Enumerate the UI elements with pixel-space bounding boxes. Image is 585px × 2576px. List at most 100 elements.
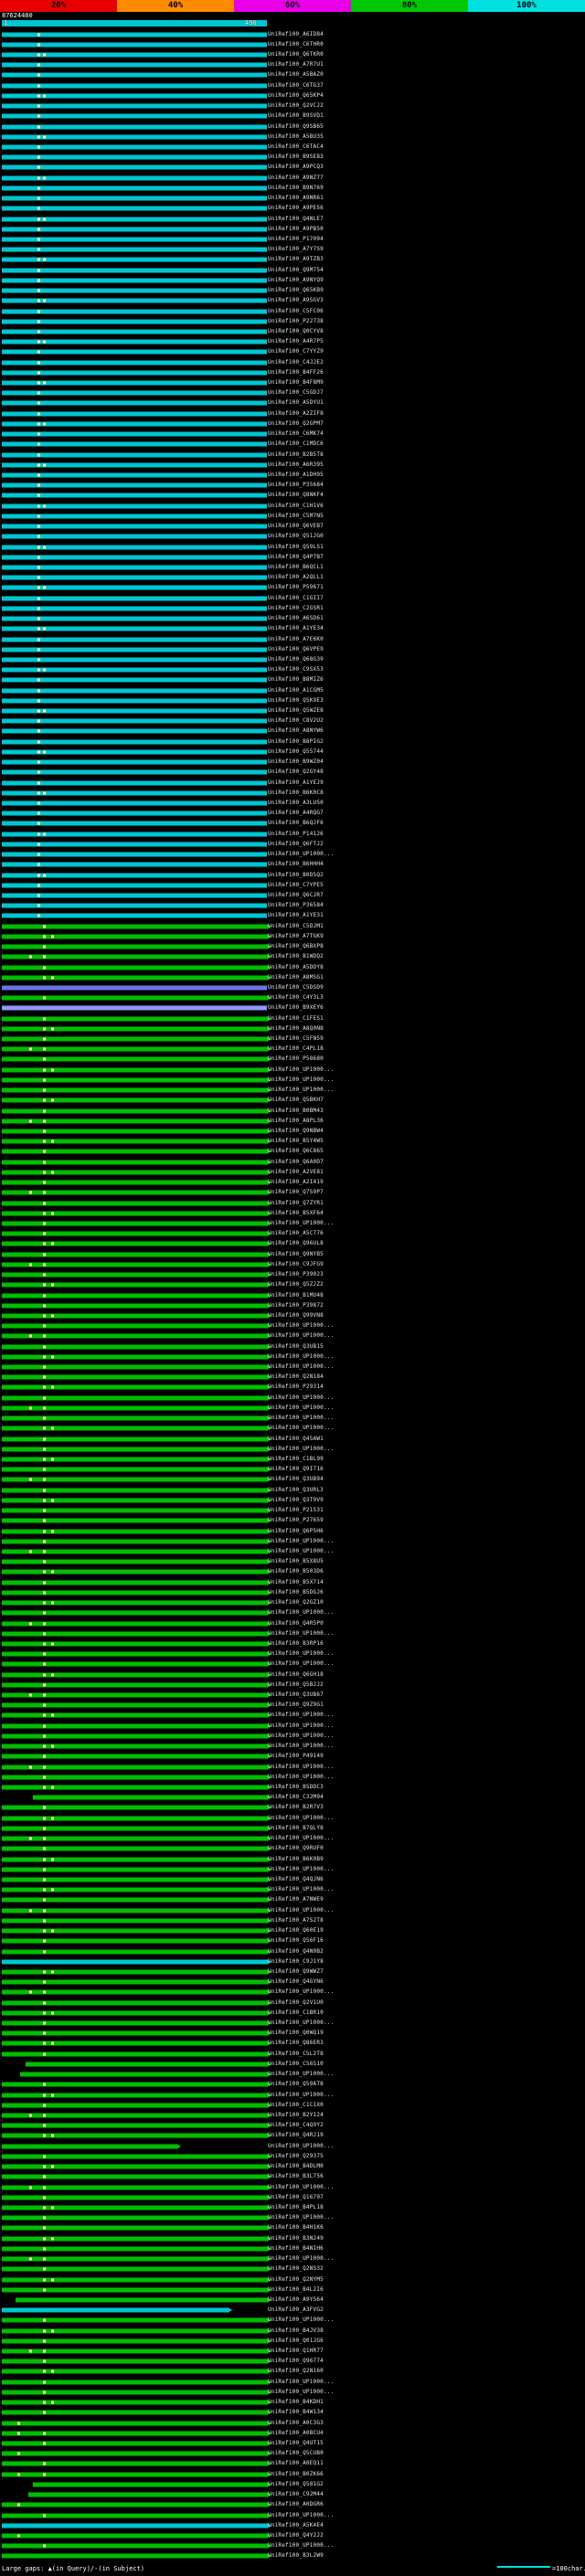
hit-accession-label[interactable]: UniRef100_Q9WWZ7 xyxy=(268,1968,324,1975)
hit-accession-label[interactable]: UniRef100_Q9NBW4 xyxy=(268,1129,324,1134)
hit-accession-label[interactable]: UniRef100_C5L2T8 xyxy=(268,2051,324,2057)
alignment-row[interactable]: UniRef100_B4DLM0 xyxy=(0,2162,585,2172)
hit-accession-label[interactable]: UniRef100_Q3URL3 xyxy=(268,1487,324,1493)
alignment-row[interactable]: UniRef100_UP1000... xyxy=(0,1393,585,1403)
hit-bar[interactable] xyxy=(2,278,267,283)
alignment-row[interactable]: UniRef100_A9NZ77 xyxy=(0,173,585,183)
alignment-row[interactable]: UniRef100_Q2NS32 xyxy=(0,2264,585,2274)
alignment-row[interactable]: UniRef100_Q4GYN6 xyxy=(0,1977,585,1988)
hit-accession-label[interactable]: UniRef100_B3L756 xyxy=(268,2174,324,2179)
alignment-row[interactable]: UniRef100_UP1000... xyxy=(0,1536,585,1546)
hit-bar[interactable] xyxy=(2,175,267,181)
hit-accession-label[interactable]: UniRef100_A6SD61 xyxy=(268,616,324,621)
alignment-row[interactable]: UniRef100_Q4UT15 xyxy=(0,2438,585,2448)
hit-bar[interactable] xyxy=(2,1569,267,1574)
hit-accession-label[interactable]: UniRef100_Q65KP4 xyxy=(268,92,324,99)
hit-accession-label[interactable]: UniRef100_A2VE81 xyxy=(268,1169,324,1175)
hit-accession-label[interactable]: UniRef100_C5FN59 xyxy=(268,1036,324,1042)
alignment-row[interactable]: UniRef100_Q4NLE7 xyxy=(0,214,585,224)
hit-accession-label[interactable]: UniRef100_Q6VPE9 xyxy=(268,646,324,652)
hit-accession-label[interactable]: UniRef100_P39872 xyxy=(268,1302,324,1309)
alignment-row[interactable]: UniRef100_Q4RJ19 xyxy=(0,2131,585,2141)
hit-bar[interactable] xyxy=(2,1333,267,1339)
alignment-row[interactable]: UniRef100_UP1000... xyxy=(0,1772,585,1782)
alignment-row[interactable]: UniRef100_Q7ZYR1 xyxy=(0,1198,585,1208)
hit-accession-label[interactable]: UniRef100_Q96UL8 xyxy=(268,1241,324,1246)
hit-bar[interactable] xyxy=(2,2553,267,2559)
hit-bar[interactable] xyxy=(2,2236,267,2242)
alignment-row[interactable]: UniRef100_Q65KP4 xyxy=(0,90,585,101)
hit-bar[interactable] xyxy=(2,206,267,211)
hit-accession-label[interactable]: UniRef100_B1WDQ2 xyxy=(268,954,324,959)
hit-accession-label[interactable]: UniRef100_C4PL18 xyxy=(268,1046,324,1052)
hit-accession-label[interactable]: UniRef100_B9N769 xyxy=(268,185,324,191)
hit-accession-label[interactable]: UniRef100_A8Q0N8 xyxy=(268,1025,324,1032)
hit-accession-label[interactable]: UniRef100_Q9NYB5 xyxy=(268,1251,324,1257)
hit-accession-label[interactable]: UniRef100_Q51JG0 xyxy=(268,534,324,539)
alignment-row[interactable]: UniRef100_Q60E19 xyxy=(0,1925,585,1935)
hit-bar[interactable] xyxy=(2,1712,267,1718)
hit-accession-label[interactable]: UniRef100_B4PL18 xyxy=(268,2204,324,2210)
alignment-row[interactable]: UniRef100_UP1000... xyxy=(0,1608,585,1618)
hit-bar[interactable] xyxy=(2,1918,267,1924)
hit-accession-label[interactable]: UniRef100_B4F8M9 xyxy=(268,380,324,386)
alignment-row[interactable]: UniRef100_Q2V1U0 xyxy=(0,1998,585,2008)
hit-bar[interactable] xyxy=(2,2277,267,2283)
hit-accession-label[interactable]: UniRef100_Q96774 xyxy=(268,2359,324,2364)
alignment-row[interactable]: UniRef100_Q8NKF4 xyxy=(0,491,585,501)
hit-accession-label[interactable]: UniRef100_C6THR0 xyxy=(268,41,324,48)
hit-bar[interactable] xyxy=(2,360,267,366)
hit-accession-label[interactable]: UniRef100_C5GDJ7 xyxy=(268,390,324,396)
hit-accession-label[interactable]: UniRef100_C7YYZ9 xyxy=(268,349,324,355)
hit-bar[interactable] xyxy=(2,1097,267,1103)
hit-bar[interactable] xyxy=(2,390,267,396)
alignment-row[interactable]: UniRef100_C4Q9Y2 xyxy=(0,2121,585,2131)
hit-bar[interactable] xyxy=(2,288,267,293)
alignment-row[interactable]: UniRef100_C7YPE5 xyxy=(0,880,585,890)
alignment-row[interactable]: UniRef100_UP1000... xyxy=(0,1834,585,1844)
alignment-row[interactable]: UniRef100_Q5BJJ2 xyxy=(0,1680,585,1690)
alignment-row[interactable]: UniRef100_A1YE31 xyxy=(0,911,585,921)
hit-accession-label[interactable]: UniRef100_Q1HR77 xyxy=(268,2348,324,2354)
hit-bar[interactable] xyxy=(2,852,267,857)
alignment-row[interactable]: UniRef100_B6QJF6 xyxy=(0,819,585,829)
alignment-row[interactable]: UniRef100_P29314 xyxy=(0,1383,585,1393)
alignment-row[interactable]: UniRef100_C9JFG9 xyxy=(0,1259,585,1269)
hit-bar[interactable] xyxy=(2,1252,267,1257)
hit-bar[interactable] xyxy=(2,1036,267,1042)
alignment-row[interactable]: UniRef100_C1MDC6 xyxy=(0,440,585,450)
hit-accession-label[interactable]: UniRef100_C1BL99 xyxy=(268,1457,324,1462)
hit-accession-label[interactable]: UniRef100_UP1000... xyxy=(268,1415,334,1421)
hit-accession-label[interactable]: UniRef100_Q6CJR7 xyxy=(268,892,324,898)
hit-bar[interactable] xyxy=(2,1262,267,1267)
hit-accession-label[interactable]: UniRef100_Q6FTJ2 xyxy=(268,841,324,847)
hit-bar[interactable] xyxy=(2,2113,267,2118)
hit-accession-label[interactable]: UniRef100_Q4GYN6 xyxy=(268,1979,324,1985)
hit-bar[interactable] xyxy=(2,749,267,755)
alignment-row[interactable]: UniRef100_B5Y4W5 xyxy=(0,1137,585,1147)
hit-accession-label[interactable]: UniRef100_A5BU35 xyxy=(268,133,324,140)
hit-bar[interactable] xyxy=(2,1447,267,1452)
alignment-row[interactable]: UniRef100_UP1000... xyxy=(0,2377,585,2387)
hit-accession-label[interactable]: UniRef100_Q60E19 xyxy=(268,1928,324,1934)
hit-accession-label[interactable]: UniRef100_UP1000... xyxy=(268,1887,334,1892)
hit-bar[interactable] xyxy=(2,217,267,222)
alignment-row[interactable]: UniRef100_P27659 xyxy=(0,1516,585,1526)
hit-bar[interactable] xyxy=(2,985,267,991)
alignment-row[interactable]: UniRef100_UP1000... xyxy=(0,2070,585,2080)
hit-bar[interactable] xyxy=(2,2461,267,2466)
hit-accession-label[interactable]: UniRef100_B8PIG2 xyxy=(268,738,324,745)
alignment-row[interactable]: UniRef100_A7S2T8 xyxy=(0,1915,585,1925)
hit-accession-label[interactable]: UniRef100_P39023 xyxy=(268,1272,324,1277)
hit-bar[interactable] xyxy=(2,2328,267,2334)
hit-accession-label[interactable]: UniRef100_B4L2I6 xyxy=(268,2286,324,2293)
hit-bar[interactable] xyxy=(2,2030,267,2036)
alignment-row[interactable]: UniRef100_A6ID84 xyxy=(0,29,585,39)
alignment-row[interactable]: UniRef100_B4JV38 xyxy=(0,2326,585,2336)
alignment-row[interactable]: UniRef100_UP1000... xyxy=(0,1075,585,1085)
hit-accession-label[interactable]: UniRef100_C2GSR1 xyxy=(268,605,324,611)
hit-bar[interactable] xyxy=(2,452,267,458)
hit-bar[interactable] xyxy=(2,1077,267,1083)
hit-accession-label[interactable]: UniRef100_UP1000... xyxy=(268,1744,334,1749)
hit-bar[interactable] xyxy=(25,2062,267,2067)
